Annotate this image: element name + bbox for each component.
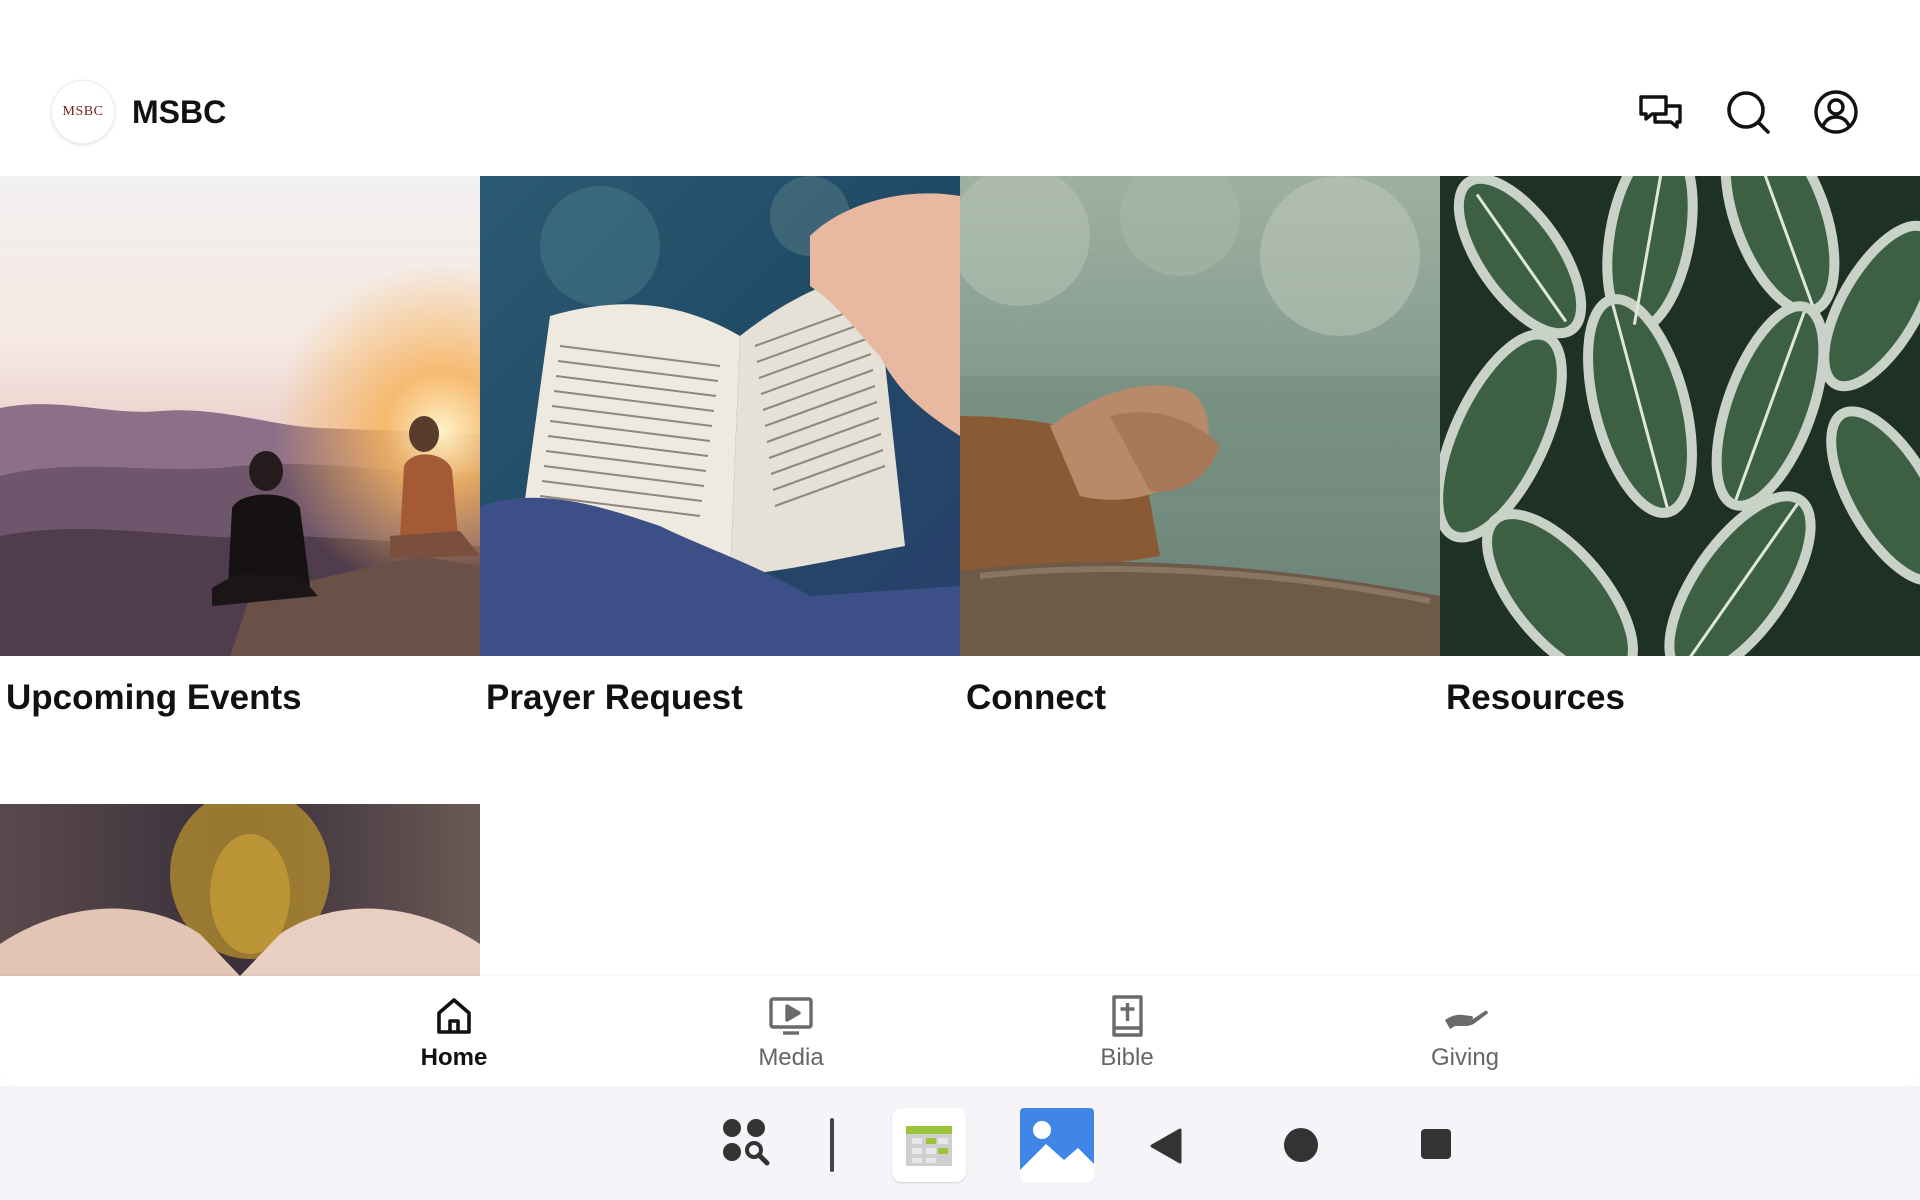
tile-upcoming-events[interactable]: Upcoming Events — [0, 176, 480, 717]
recents-square-icon[interactable] — [1418, 1126, 1454, 1162]
divider — [830, 1118, 834, 1172]
tile-resources[interactable]: Resources — [1440, 176, 1920, 717]
tile-label: Upcoming Events — [6, 678, 302, 717]
nav-label: Bible — [1100, 1044, 1154, 1071]
tile-label: Resources — [1446, 678, 1625, 717]
nav-label: Media — [758, 1044, 824, 1071]
resources-image — [1440, 176, 1920, 656]
prayer-request-image — [480, 176, 960, 656]
nav-media[interactable]: Media — [711, 986, 871, 1076]
nav-label: Home — [420, 1044, 488, 1071]
logo-text: MSBC — [62, 104, 104, 119]
home-icon — [437, 998, 471, 1034]
bible-icon — [1112, 995, 1143, 1037]
giving-hand-icon — [1445, 1010, 1488, 1029]
nav-home[interactable]: Home — [374, 986, 534, 1076]
home-circle-icon[interactable] — [1282, 1126, 1320, 1164]
tile-label: Prayer Request — [486, 678, 743, 717]
tv-play-icon — [769, 997, 813, 1035]
open-hands-image — [0, 804, 480, 976]
gallery-app-icon[interactable] — [1020, 1108, 1094, 1182]
tile-open-hands[interactable] — [0, 804, 480, 976]
chat-bubbles-icon[interactable] — [1636, 88, 1684, 136]
upcoming-events-image — [0, 176, 480, 656]
apps-search-icon[interactable] — [720, 1116, 780, 1176]
nav-bible[interactable]: Bible — [1047, 986, 1207, 1076]
church-logo[interactable]: MSBC — [51, 80, 115, 144]
app-title: MSBC — [132, 94, 227, 130]
account-circle-icon[interactable] — [1812, 88, 1860, 136]
tile-connect[interactable]: Connect — [960, 176, 1440, 717]
app-bar: MSBC MSBC — [0, 0, 1920, 176]
system-navigation-bar — [0, 1086, 1920, 1200]
connect-image — [960, 176, 1440, 656]
search-icon[interactable] — [1724, 88, 1772, 136]
bottom-navigation: Home Media Bible Giving — [0, 976, 1920, 1086]
tile-label: Connect — [966, 678, 1106, 717]
calendar-app-icon[interactable] — [892, 1108, 966, 1182]
nav-label: Giving — [1430, 1044, 1500, 1071]
back-icon[interactable] — [1148, 1126, 1184, 1166]
tile-prayer-request[interactable]: Prayer Request — [480, 176, 960, 717]
nav-giving[interactable]: Giving — [1385, 986, 1545, 1076]
